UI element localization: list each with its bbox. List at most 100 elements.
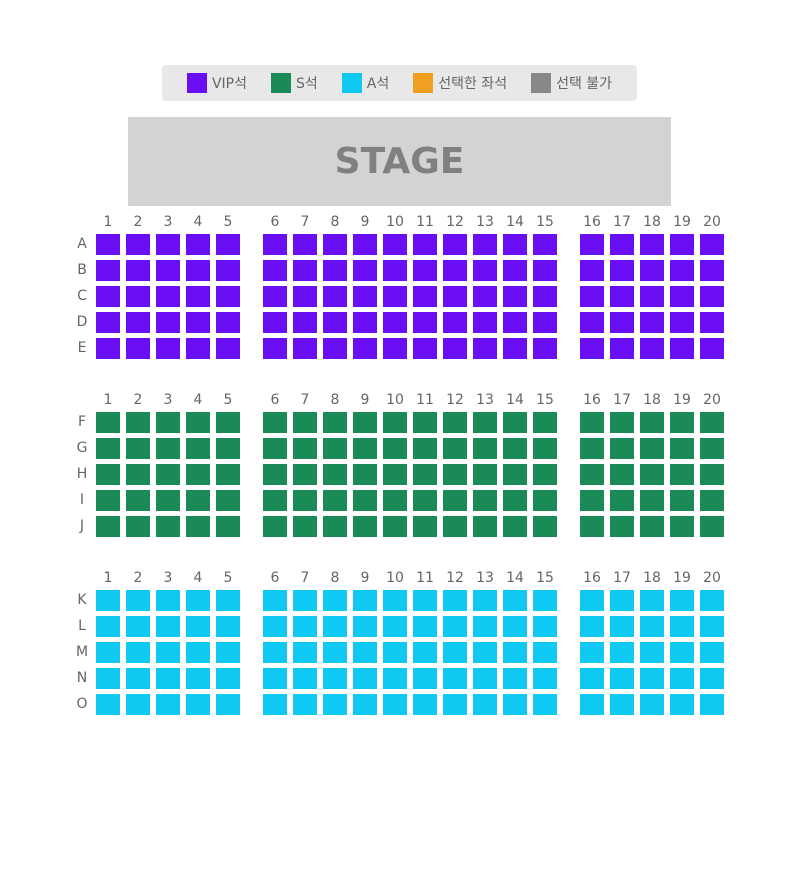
seat-K13[interactable] xyxy=(473,590,497,611)
seat-N1[interactable] xyxy=(96,668,120,689)
seat-C9[interactable] xyxy=(353,286,377,307)
seat-E11[interactable] xyxy=(413,338,437,359)
seat-C5[interactable] xyxy=(216,286,240,307)
seat-K17[interactable] xyxy=(610,590,634,611)
seat-L12[interactable] xyxy=(443,616,467,637)
seat-I6[interactable] xyxy=(263,490,287,511)
seat-O11[interactable] xyxy=(413,694,437,715)
seat-L19[interactable] xyxy=(670,616,694,637)
seat-F15[interactable] xyxy=(533,412,557,433)
seat-D20[interactable] xyxy=(700,312,724,333)
seat-M14[interactable] xyxy=(503,642,527,663)
seat-H8[interactable] xyxy=(323,464,347,485)
seat-O15[interactable] xyxy=(533,694,557,715)
seat-J15[interactable] xyxy=(533,516,557,537)
seat-O10[interactable] xyxy=(383,694,407,715)
seat-H16[interactable] xyxy=(580,464,604,485)
seat-A10[interactable] xyxy=(383,234,407,255)
seat-N13[interactable] xyxy=(473,668,497,689)
seat-C1[interactable] xyxy=(96,286,120,307)
seat-F5[interactable] xyxy=(216,412,240,433)
seat-O5[interactable] xyxy=(216,694,240,715)
seat-L9[interactable] xyxy=(353,616,377,637)
seat-I18[interactable] xyxy=(640,490,664,511)
seat-A8[interactable] xyxy=(323,234,347,255)
seat-F7[interactable] xyxy=(293,412,317,433)
seat-M11[interactable] xyxy=(413,642,437,663)
seat-A11[interactable] xyxy=(413,234,437,255)
seat-C2[interactable] xyxy=(126,286,150,307)
seat-A5[interactable] xyxy=(216,234,240,255)
seat-K16[interactable] xyxy=(580,590,604,611)
seat-J4[interactable] xyxy=(186,516,210,537)
seat-M17[interactable] xyxy=(610,642,634,663)
seat-K8[interactable] xyxy=(323,590,347,611)
seat-J3[interactable] xyxy=(156,516,180,537)
seat-E3[interactable] xyxy=(156,338,180,359)
seat-G17[interactable] xyxy=(610,438,634,459)
seat-H6[interactable] xyxy=(263,464,287,485)
seat-F1[interactable] xyxy=(96,412,120,433)
seat-B1[interactable] xyxy=(96,260,120,281)
seat-E14[interactable] xyxy=(503,338,527,359)
seat-F3[interactable] xyxy=(156,412,180,433)
seat-B16[interactable] xyxy=(580,260,604,281)
seat-K12[interactable] xyxy=(443,590,467,611)
seat-N15[interactable] xyxy=(533,668,557,689)
seat-E18[interactable] xyxy=(640,338,664,359)
seat-B4[interactable] xyxy=(186,260,210,281)
seat-M7[interactable] xyxy=(293,642,317,663)
seat-M20[interactable] xyxy=(700,642,724,663)
seat-E12[interactable] xyxy=(443,338,467,359)
seat-C11[interactable] xyxy=(413,286,437,307)
seat-E7[interactable] xyxy=(293,338,317,359)
seat-J16[interactable] xyxy=(580,516,604,537)
seat-H9[interactable] xyxy=(353,464,377,485)
seat-C3[interactable] xyxy=(156,286,180,307)
seat-N17[interactable] xyxy=(610,668,634,689)
seat-N18[interactable] xyxy=(640,668,664,689)
seat-G14[interactable] xyxy=(503,438,527,459)
seat-E1[interactable] xyxy=(96,338,120,359)
seat-E10[interactable] xyxy=(383,338,407,359)
seat-J17[interactable] xyxy=(610,516,634,537)
seat-I9[interactable] xyxy=(353,490,377,511)
seat-F12[interactable] xyxy=(443,412,467,433)
seat-M6[interactable] xyxy=(263,642,287,663)
seat-G19[interactable] xyxy=(670,438,694,459)
seat-F14[interactable] xyxy=(503,412,527,433)
seat-A12[interactable] xyxy=(443,234,467,255)
seat-C7[interactable] xyxy=(293,286,317,307)
seat-H2[interactable] xyxy=(126,464,150,485)
seat-L5[interactable] xyxy=(216,616,240,637)
seat-O14[interactable] xyxy=(503,694,527,715)
seat-A13[interactable] xyxy=(473,234,497,255)
seat-J1[interactable] xyxy=(96,516,120,537)
seat-C8[interactable] xyxy=(323,286,347,307)
seat-K1[interactable] xyxy=(96,590,120,611)
seat-K20[interactable] xyxy=(700,590,724,611)
seat-C12[interactable] xyxy=(443,286,467,307)
seat-H3[interactable] xyxy=(156,464,180,485)
seat-C18[interactable] xyxy=(640,286,664,307)
seat-D19[interactable] xyxy=(670,312,694,333)
seat-B9[interactable] xyxy=(353,260,377,281)
seat-D7[interactable] xyxy=(293,312,317,333)
seat-M8[interactable] xyxy=(323,642,347,663)
seat-D4[interactable] xyxy=(186,312,210,333)
seat-N20[interactable] xyxy=(700,668,724,689)
seat-H19[interactable] xyxy=(670,464,694,485)
seat-E4[interactable] xyxy=(186,338,210,359)
seat-B10[interactable] xyxy=(383,260,407,281)
seat-O17[interactable] xyxy=(610,694,634,715)
seat-K14[interactable] xyxy=(503,590,527,611)
seat-H15[interactable] xyxy=(533,464,557,485)
seat-I10[interactable] xyxy=(383,490,407,511)
seat-F9[interactable] xyxy=(353,412,377,433)
seat-H20[interactable] xyxy=(700,464,724,485)
seat-F19[interactable] xyxy=(670,412,694,433)
seat-M5[interactable] xyxy=(216,642,240,663)
seat-M18[interactable] xyxy=(640,642,664,663)
seat-L10[interactable] xyxy=(383,616,407,637)
seat-E8[interactable] xyxy=(323,338,347,359)
